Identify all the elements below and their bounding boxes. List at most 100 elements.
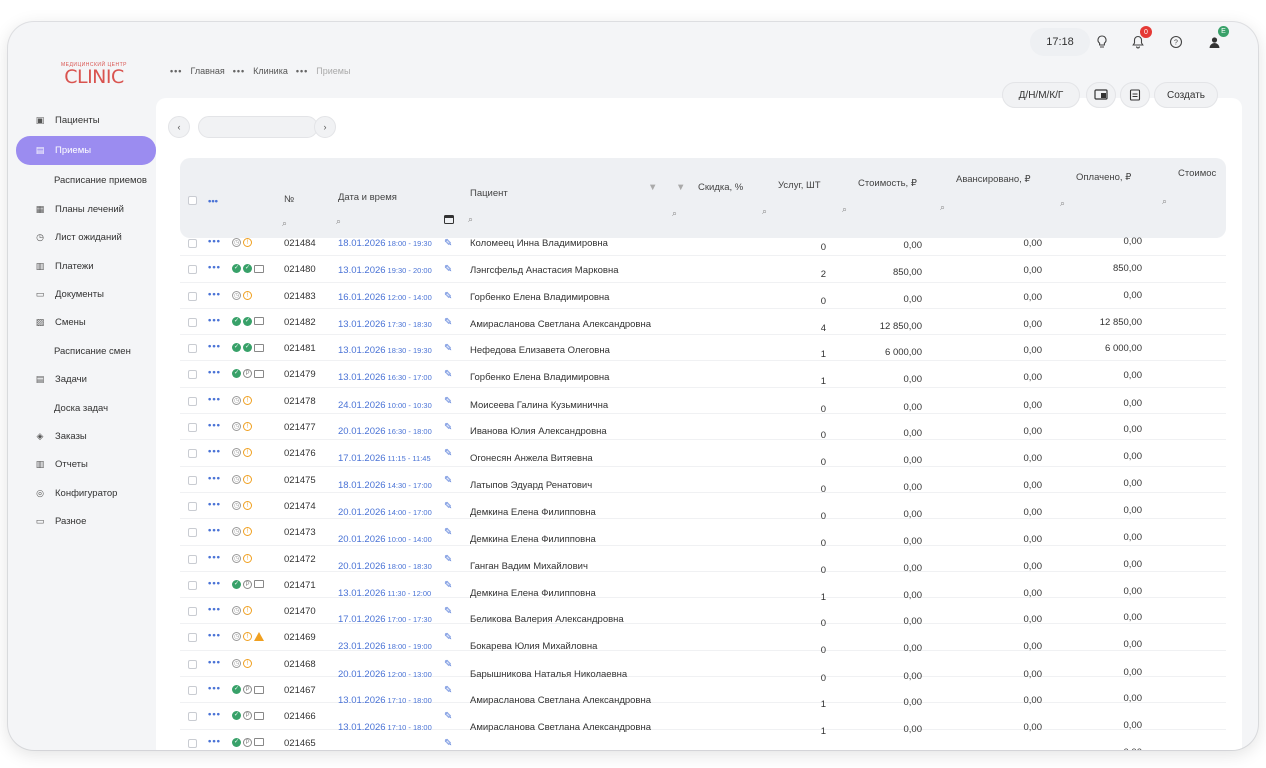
- row-menu-icon[interactable]: •••: [208, 604, 221, 615]
- sidebar-item[interactable]: ▨ Смены: [16, 309, 156, 337]
- appointment-datetime[interactable]: 17.01.2026 11:15 - 11:45: [338, 453, 431, 464]
- appointment-datetime[interactable]: 24.01.2026 10:00 - 10:30: [338, 400, 432, 411]
- patient-name[interactable]: Лэнгсфельд Анастасия Марковна: [470, 265, 619, 276]
- header-cost-2[interactable]: Стоимос: [1178, 168, 1216, 179]
- patient-name[interactable]: Иванова Юлия Александровна: [470, 426, 607, 437]
- table-row[interactable]: ••• ◷! 021470 17.01.2026 17:00 - 17:30 ✎ Белик…: [180, 598, 1226, 629]
- edit-pencil-icon[interactable]: ✎: [444, 554, 452, 565]
- row-checkbox[interactable]: [188, 633, 197, 643]
- header-datetime[interactable]: Дата и время: [338, 192, 397, 203]
- table-row[interactable]: ••• ◷! 021477 20.01.2026 16:30 - 18:00 ✎ Ивано…: [180, 414, 1226, 441]
- row-menu-icon[interactable]: •••: [208, 262, 221, 273]
- table-row[interactable]: ••• ◷! 021483 16.01.2026 12:00 - 14:00 ✎ Горбе…: [180, 283, 1226, 309]
- header-paid[interactable]: Оплачено, ₽: [1076, 172, 1131, 183]
- sidebar-item[interactable]: ▥ Платежи: [16, 252, 156, 280]
- appointment-number[interactable]: 021479: [284, 369, 316, 380]
- edit-pencil-icon[interactable]: ✎: [444, 343, 452, 354]
- appointment-number[interactable]: 021481: [284, 343, 316, 354]
- table-row[interactable]: ••• ◷! 021474 20.01.2026 14:00 - 17:00 ✎ Демки…: [180, 493, 1226, 522]
- patient-name[interactable]: Ганган Вадим Михайлович: [470, 561, 588, 572]
- appointment-datetime[interactable]: 13.01.202610:30 - 11:00: [338, 749, 431, 750]
- row-checkbox[interactable]: [188, 317, 197, 327]
- appointment-datetime[interactable]: 20.01.2026 16:30 - 18:00: [338, 426, 432, 437]
- print-view-button[interactable]: [1086, 82, 1116, 108]
- edit-pencil-icon[interactable]: ✎: [444, 422, 452, 433]
- row-menu-icon[interactable]: •••: [208, 709, 221, 720]
- appointment-number[interactable]: 021467: [284, 685, 316, 696]
- header-advance[interactable]: Авансировано, ₽: [956, 174, 1031, 185]
- row-menu-icon[interactable]: •••: [208, 578, 221, 589]
- row-menu-icon[interactable]: •••: [208, 683, 221, 694]
- chat-help-icon[interactable]: ?: [1164, 30, 1188, 54]
- appointment-number[interactable]: 021483: [284, 291, 316, 302]
- table-row[interactable]: ••• ✓ P 021467 13.01.2026 17:10 - 18:00 ✎ Амира…: [180, 677, 1226, 710]
- row-menu-icon[interactable]: •••: [208, 525, 221, 536]
- sidebar-item[interactable]: ◷ Лист ожиданий: [16, 224, 156, 252]
- row-menu-icon[interactable]: •••: [208, 341, 221, 352]
- sidebar-item[interactable]: ▦ Планы лечений: [16, 195, 156, 223]
- edit-pencil-icon[interactable]: ✎: [444, 396, 452, 407]
- patient-name[interactable]: Говоруха Федор Владимирович: [470, 749, 609, 750]
- patient-name[interactable]: Демкина Елена Филипповна: [470, 507, 596, 518]
- row-checkbox[interactable]: [188, 580, 197, 590]
- patient-name[interactable]: Нефедова Елизавета Олеговна: [470, 345, 610, 356]
- row-menu-icon[interactable]: •••: [208, 473, 221, 484]
- edit-pencil-icon[interactable]: ✎: [444, 632, 452, 643]
- table-row[interactable]: ••• ✓ P 021479 13.01.2026 16:30 - 17:00 ✎ Горбе…: [180, 361, 1226, 388]
- table-row[interactable]: ••• ✓ ✓ 021481 13.01.2026 18:30 - 19:30 ✎ Нефед…: [180, 335, 1226, 362]
- patient-name[interactable]: Горбенко Елена Владимировна: [470, 372, 609, 383]
- row-checkbox[interactable]: [188, 449, 197, 459]
- filter-icon[interactable]: ▼: [676, 182, 685, 193]
- edit-pencil-icon[interactable]: ✎: [444, 238, 452, 249]
- header-services[interactable]: Услуг, ШТ: [778, 180, 821, 191]
- table-row[interactable]: ••• ✓ ✓ 021480 13.01.2026 19:30 - 20:00 ✎ Лэнгс…: [180, 256, 1226, 283]
- appointment-number[interactable]: 021480: [284, 264, 316, 275]
- appointment-datetime[interactable]: 18.01.2026 18:00 - 19:30: [338, 238, 432, 249]
- edit-pencil-icon[interactable]: ✎: [444, 685, 452, 696]
- appointment-number[interactable]: 021466: [284, 711, 316, 722]
- row-menu-icon[interactable]: •••: [208, 394, 221, 405]
- row-menu-icon[interactable]: •••: [208, 289, 221, 300]
- appointment-datetime[interactable]: 20.01.2026 14:00 - 17:00: [338, 507, 432, 518]
- row-menu-icon[interactable]: •••: [208, 499, 221, 510]
- edit-pencil-icon[interactable]: ✎: [444, 606, 452, 617]
- header-number[interactable]: №: [284, 194, 294, 205]
- appointment-number[interactable]: 021484: [284, 238, 316, 249]
- header-cost[interactable]: Стоимость, ₽: [858, 178, 917, 189]
- search-icon[interactable]: ⌕: [336, 216, 341, 227]
- table-row[interactable]: ••• ✓ P 021471 13.01.2026 11:30 - 12:00 ✎ Демки…: [180, 572, 1226, 603]
- edit-pencil-icon[interactable]: ✎: [444, 317, 452, 328]
- breadcrumb-item-clinic[interactable]: Клиника: [253, 66, 288, 76]
- breadcrumb-item-home[interactable]: Главная: [190, 66, 224, 76]
- edit-pencil-icon[interactable]: ✎: [444, 264, 452, 275]
- table-row[interactable]: ••• ◷! 021484 18.01.2026 18:00 - 19:30 ✎ Колом…: [180, 230, 1226, 257]
- appointment-number[interactable]: 021471: [284, 580, 316, 591]
- row-checkbox[interactable]: [188, 344, 197, 354]
- create-button[interactable]: Создать: [1154, 82, 1218, 108]
- row-checkbox[interactable]: [188, 370, 197, 380]
- patient-name[interactable]: Горбенко Елена Владимировна: [470, 292, 609, 303]
- row-checkbox[interactable]: [188, 554, 197, 564]
- appointment-datetime[interactable]: 16.01.2026 12:00 - 14:00: [338, 292, 432, 303]
- table-row[interactable]: ••• ◷! 021475 18.01.2026 14:30 - 17:00 ✎ Латып…: [180, 467, 1226, 495]
- export-button[interactable]: [1120, 82, 1150, 108]
- appointment-number[interactable]: 021476: [284, 448, 316, 459]
- table-row[interactable]: ••• ◷! 021473 20.01.2026 10:00 - 14:00 ✎ Демки…: [180, 519, 1226, 549]
- appointment-number[interactable]: 021474: [284, 501, 316, 512]
- row-checkbox[interactable]: [188, 475, 197, 485]
- appointment-number[interactable]: 021469: [284, 632, 316, 643]
- appointment-datetime[interactable]: 18.01.2026 14:30 - 17:00: [338, 480, 432, 491]
- row-menu-icon[interactable]: •••: [208, 736, 221, 747]
- edit-pencil-icon[interactable]: ✎: [444, 369, 452, 380]
- row-checkbox[interactable]: [188, 659, 197, 669]
- appointment-number[interactable]: 021482: [284, 317, 316, 328]
- lightbulb-icon[interactable]: [1090, 30, 1114, 54]
- edit-pencil-icon[interactable]: ✎: [444, 527, 452, 538]
- appointment-datetime[interactable]: 20.01.2026 18:00 - 18:30: [338, 561, 432, 572]
- search-icon[interactable]: ⌕: [762, 206, 767, 217]
- period-filter-button[interactable]: Д/Н/М/К/Г: [1002, 82, 1080, 108]
- search-icon[interactable]: ⌕: [282, 218, 287, 229]
- search-icon[interactable]: ⌕: [672, 208, 677, 219]
- row-menu-icon[interactable]: •••: [208, 367, 221, 378]
- patient-name[interactable]: Демкина Елена Филипповна: [470, 534, 596, 545]
